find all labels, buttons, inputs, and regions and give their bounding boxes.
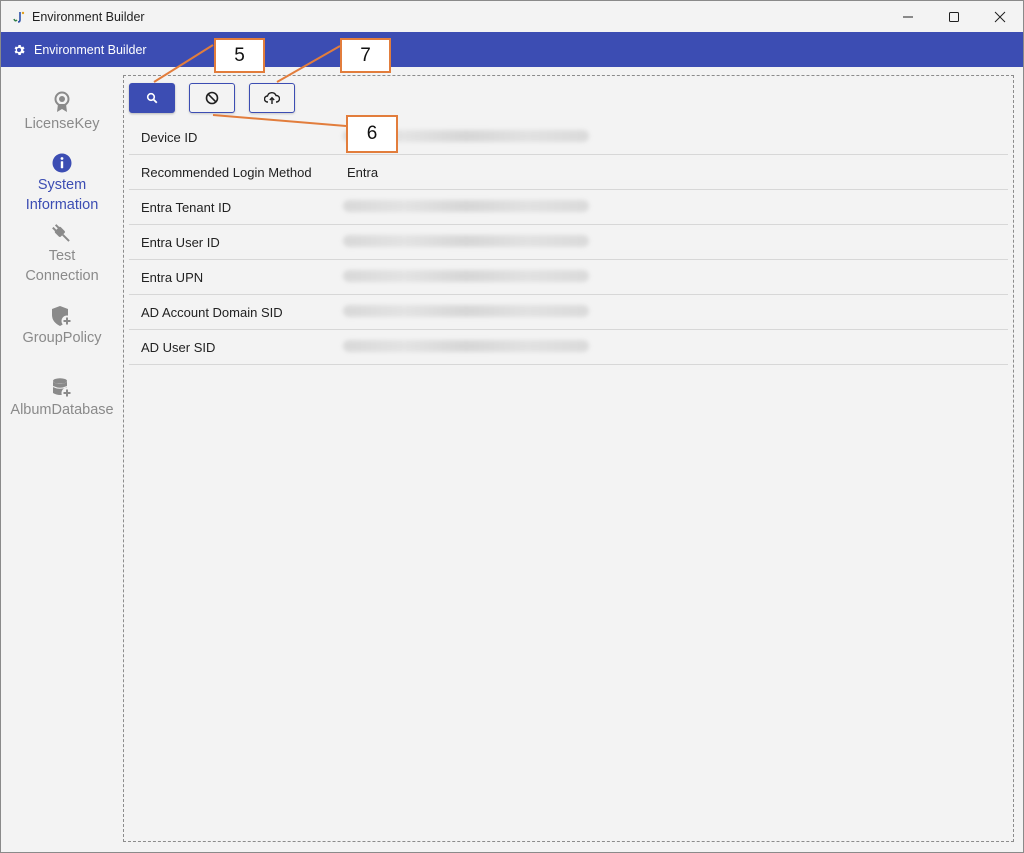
window-title: Environment Builder: [32, 9, 145, 24]
close-icon: [994, 11, 1006, 22]
minimize-icon: [903, 16, 913, 17]
cloud-upload-icon: [264, 92, 280, 104]
row-label: Entra UPN: [141, 269, 204, 285]
row-label: Entra User ID: [141, 234, 220, 250]
main-content: Device ID Recommended Login Method Entra…: [123, 75, 1014, 842]
upload-button[interactable]: [249, 83, 295, 113]
annotation-callout-5: 5: [214, 38, 265, 73]
table-row: Device ID: [129, 120, 1008, 155]
redacted-value: [343, 199, 589, 212]
sidebar-item-albumdatabase[interactable]: AlbumDatabase: [1, 377, 123, 420]
app-window: Environment Builder Environment Builder: [0, 0, 1024, 853]
row-label: AD User SID: [141, 339, 216, 355]
sidebar-item-grouppolicy[interactable]: GroupPolicy: [1, 305, 123, 348]
sidebar: LicenseKey System Information Test Conne…: [1, 67, 123, 852]
cancel-icon: [205, 91, 219, 105]
row-value: [343, 304, 1008, 320]
system-info-table: Device ID Recommended Login Method Entra…: [129, 120, 1008, 365]
table-row: AD Account Domain SID: [129, 295, 1008, 330]
row-value: [343, 234, 1008, 250]
row-value: [343, 199, 1008, 215]
table-row: Entra Tenant ID: [129, 190, 1008, 225]
annotation-callout-6: 6: [346, 115, 398, 153]
row-label: AD Account Domain SID: [141, 304, 283, 320]
redacted-value: [343, 339, 589, 352]
app-logo-icon: [12, 10, 26, 24]
plug-icon: [51, 223, 73, 245]
maximize-button[interactable]: [931, 1, 977, 32]
redacted-value: [343, 269, 589, 282]
row-value: [343, 339, 1008, 355]
sidebar-item-system-information[interactable]: System Information: [1, 152, 123, 215]
shield-plus-icon: [51, 305, 73, 327]
row-value: [343, 269, 1008, 285]
close-button[interactable]: [977, 1, 1023, 32]
database-plus-icon: [51, 377, 73, 399]
redacted-value: [343, 304, 589, 317]
sidebar-item-label: GroupPolicy: [22, 330, 102, 346]
sidebar-item-label: AlbumDatabase: [10, 402, 114, 418]
row-label: Device ID: [141, 129, 198, 145]
table-row: Recommended Login Method Entra: [129, 155, 1008, 190]
table-row: Entra UPN: [129, 260, 1008, 295]
info-icon: [52, 152, 72, 174]
maximize-icon: [949, 11, 959, 22]
table-row: Entra User ID: [129, 225, 1008, 260]
gear-icon: [12, 43, 26, 57]
search-button[interactable]: [129, 83, 175, 113]
redacted-value: [343, 234, 589, 247]
app-header: Environment Builder: [1, 32, 1023, 67]
row-value: Entra: [347, 164, 379, 180]
app-header-title: Environment Builder: [34, 42, 147, 57]
annotation-callout-7: 7: [340, 38, 391, 73]
sidebar-item-label: LicenseKey: [24, 116, 100, 132]
sidebar-item-label: Test Connection: [25, 248, 99, 284]
license-badge-icon: [53, 91, 71, 113]
cancel-button[interactable]: [189, 83, 235, 113]
search-icon: [146, 92, 158, 104]
title-bar: Environment Builder: [1, 1, 1023, 32]
minimize-button[interactable]: [885, 1, 931, 32]
row-label: Recommended Login Method: [141, 164, 312, 180]
row-label: Entra Tenant ID: [141, 199, 232, 215]
sidebar-item-licensekey[interactable]: LicenseKey: [1, 91, 123, 134]
sidebar-item-label: System Information: [25, 177, 99, 213]
row-value: [343, 129, 1008, 145]
sidebar-item-test-connection[interactable]: Test Connection: [1, 223, 123, 286]
window-controls: [885, 1, 1023, 32]
table-row: AD User SID: [129, 330, 1008, 365]
